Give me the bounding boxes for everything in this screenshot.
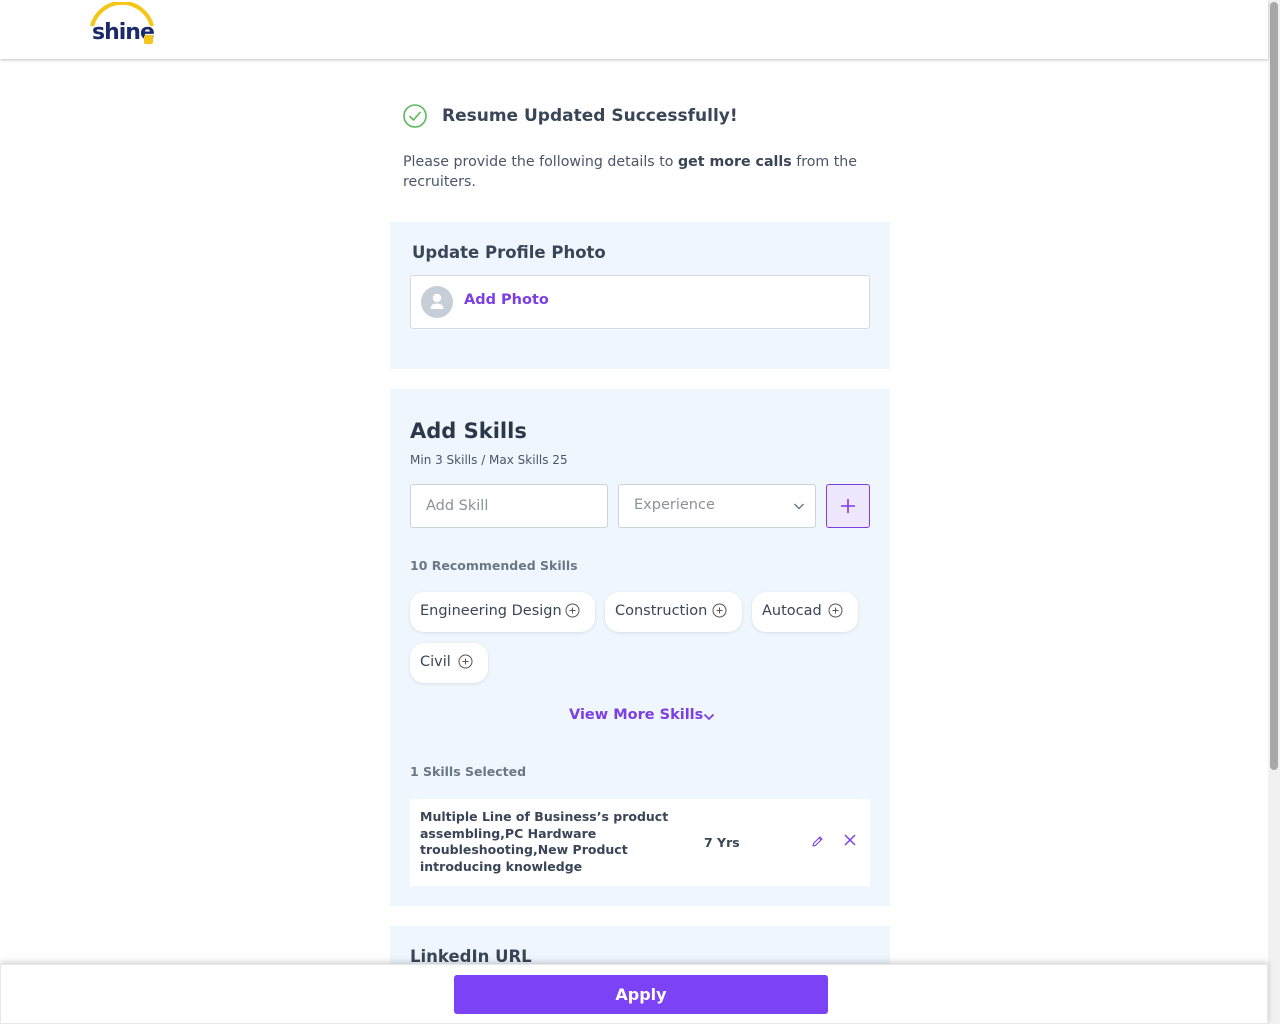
- add-circle-icon: [565, 603, 580, 618]
- view-more-skills-button[interactable]: View More Skills: [569, 707, 729, 727]
- profile-photo-card: Update Profile Photo Add Photo: [390, 222, 890, 369]
- skills-subtitle: Min 3 Skills / Max Skills 25: [410, 453, 568, 467]
- selected-skill-experience: 7 Yrs: [704, 835, 740, 850]
- recommended-skills-label: 10 Recommended Skills: [410, 558, 578, 573]
- success-title: Resume Updated Successfully!: [442, 106, 738, 126]
- recommended-skill-chip[interactable]: Autocad: [752, 592, 858, 632]
- check-circle-icon: [403, 104, 427, 128]
- chip-label: Engineering Design: [420, 603, 562, 619]
- selected-skill-row: Multiple Line of Business’s product asse…: [410, 799, 870, 886]
- header: shine: [0, 0, 1268, 59]
- recommended-skill-chip[interactable]: Construction: [605, 592, 742, 632]
- skills-title: Add Skills: [410, 419, 527, 443]
- close-icon[interactable]: [843, 833, 857, 847]
- add-circle-icon: [458, 654, 473, 669]
- shine-logo[interactable]: shine: [88, 2, 158, 50]
- photo-section-title: Update Profile Photo: [412, 243, 606, 262]
- chip-label: Construction: [615, 603, 708, 619]
- skills-card: Add Skills Min 3 Skills / Max Skills 25 …: [390, 389, 890, 906]
- scrollbar-thumb[interactable]: [1270, 2, 1278, 770]
- recommended-skill-chip[interactable]: Civil: [410, 643, 488, 683]
- selected-skill-name: Multiple Line of Business’s product asse…: [420, 809, 669, 875]
- scrollbar[interactable]: [1268, 0, 1280, 1024]
- success-message: Resume Updated Successfully!: [403, 104, 883, 130]
- add-photo-link[interactable]: Add Photo: [464, 292, 549, 308]
- chevron-down-icon: [794, 503, 804, 510]
- logo-dot: [144, 35, 153, 44]
- intro-before: Please provide the following details to: [403, 154, 678, 170]
- add-skill-input[interactable]: [410, 484, 608, 528]
- page: shine Resume Updated Successfully! Pleas…: [0, 0, 1280, 1024]
- chip-label: Autocad: [762, 603, 822, 619]
- experience-select[interactable]: Experience: [618, 484, 816, 528]
- add-circle-icon: [712, 603, 727, 618]
- chevron-down-icon: [703, 713, 715, 721]
- avatar: [421, 286, 453, 318]
- chip-label: Civil: [420, 654, 451, 670]
- recommended-skill-chip[interactable]: Engineering Design: [410, 592, 595, 632]
- intro-bold: get more calls: [677, 154, 792, 170]
- bottom-action-bar: Apply: [0, 964, 1268, 1024]
- add-skill-button[interactable]: [826, 484, 870, 528]
- edit-pencil-icon[interactable]: [810, 834, 825, 849]
- apply-button[interactable]: Apply: [454, 975, 828, 1014]
- add-circle-icon: [828, 603, 843, 618]
- intro-text: Please provide the following details to …: [403, 152, 873, 192]
- experience-placeholder: Experience: [634, 497, 715, 513]
- plus-icon: [841, 499, 855, 513]
- add-photo-box[interactable]: Add Photo: [410, 275, 870, 329]
- selected-skills-label: 1 Skills Selected: [410, 764, 527, 779]
- user-icon: [430, 293, 444, 309]
- view-more-label: View More Skills: [569, 707, 704, 723]
